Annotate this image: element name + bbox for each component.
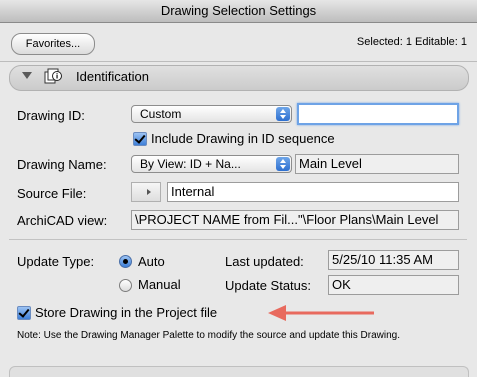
- next-panel-edge: [9, 366, 469, 377]
- note-text: Note: Use the Drawing Manager Palette to…: [17, 330, 400, 341]
- annotation-arrow-icon: [268, 305, 374, 321]
